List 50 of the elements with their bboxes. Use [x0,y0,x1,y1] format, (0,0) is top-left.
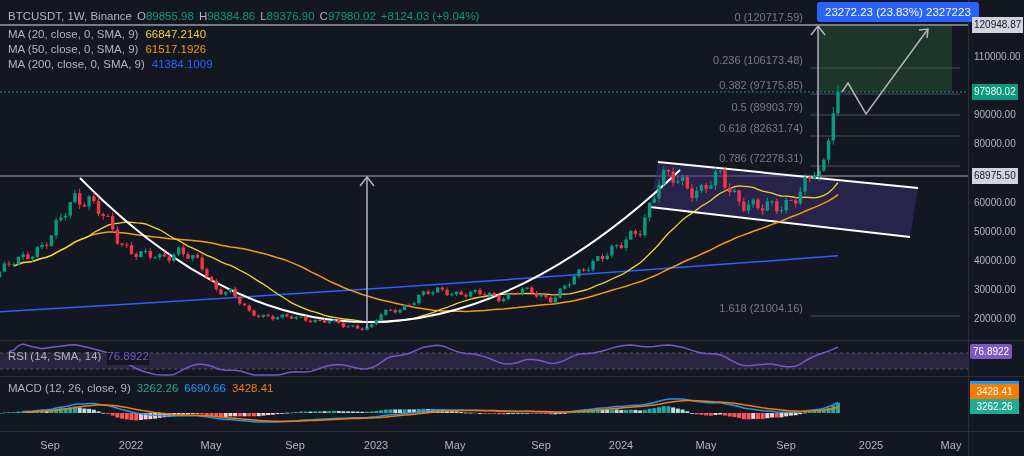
indicator-value: 3262.26 [136,381,179,396]
fib-level-label: 0.5 (89903.79) [731,100,803,114]
time-axis-label: Sep [776,438,796,453]
price-axis-label: 80000.00 [973,137,1017,151]
ohlc-value: O89855.98 [137,9,194,24]
fib-level-label: 0 (120717.59) [734,10,803,24]
indicator-label: MA (200, close, 0, SMA, 9) [8,57,145,72]
price-axis-label: 90000.00 [973,108,1017,122]
fib-level-label: 0.382 (97175.85) [719,78,803,92]
indicator-label: MA (20, close, 0, SMA, 9) [8,27,139,42]
indicator-value: 66847.2140 [145,27,207,42]
price-axis-label: 120948.87 [972,17,1024,33]
fib-level-label: 1.618 (21004.16) [719,301,803,315]
price-axis-label: 30000.00 [973,283,1017,297]
price-axis-label: 40000.00 [973,254,1017,268]
macd-badge: 3428.41 [970,384,1019,399]
time-axis-label: May [940,438,962,453]
price-change: +8124.03 (+9.04%) [380,9,480,24]
fib-level-label: 0.786 (72278.31) [719,151,803,165]
time-axis-label: May [695,438,717,453]
rsi-badge: 76.8922 [970,344,1013,359]
fib-level-label: 0.618 (82631.74) [719,121,803,135]
ohlc-value: C97980.02 [319,9,376,24]
time-axis-label: 2023 [363,438,389,453]
time-axis-label: Sep [531,438,551,453]
indicator-value: 61517.1926 [145,42,207,57]
price-axis-label: 97980.02 [972,84,1018,100]
time-axis-label: 2022 [118,438,144,453]
time-axis-label: 2025 [858,438,884,453]
indicator-value: 41384.1009 [151,57,213,72]
symbol-title: BTCUSDT, 1W, Binance [8,9,132,24]
time-axis-label: 2024 [608,438,634,453]
time-axis-label: Sep [285,438,305,453]
indicator-value: 6690.66 [184,381,226,396]
indicator-label: MACD (12, 26, close, 9) [8,381,131,396]
indicator-value: 3428.41 [231,381,274,396]
indicator-label: MA (50, close, 0, SMA, 9) [8,42,139,57]
price-axis-label: 60000.00 [973,196,1017,210]
time-axis-label: May [200,438,222,453]
price-axis-label: 68975.50 [972,168,1018,184]
time-axis-label: May [444,438,466,453]
price-axis-label: 110000.00 [973,50,1022,64]
ohlc-value: H98384.86 [198,9,256,24]
ohlc-value: L89376.90 [260,9,315,24]
macd-badge: 3262.26 [970,399,1019,414]
indicator-label: RSI (14, SMA, 14) [8,349,102,364]
fib-level-label: 0.236 (106173.48) [713,53,803,67]
price-axis-label: 20000.00 [973,312,1017,326]
price-axis-label: 50000.00 [973,225,1017,239]
time-axis-label: Sep [40,438,60,453]
